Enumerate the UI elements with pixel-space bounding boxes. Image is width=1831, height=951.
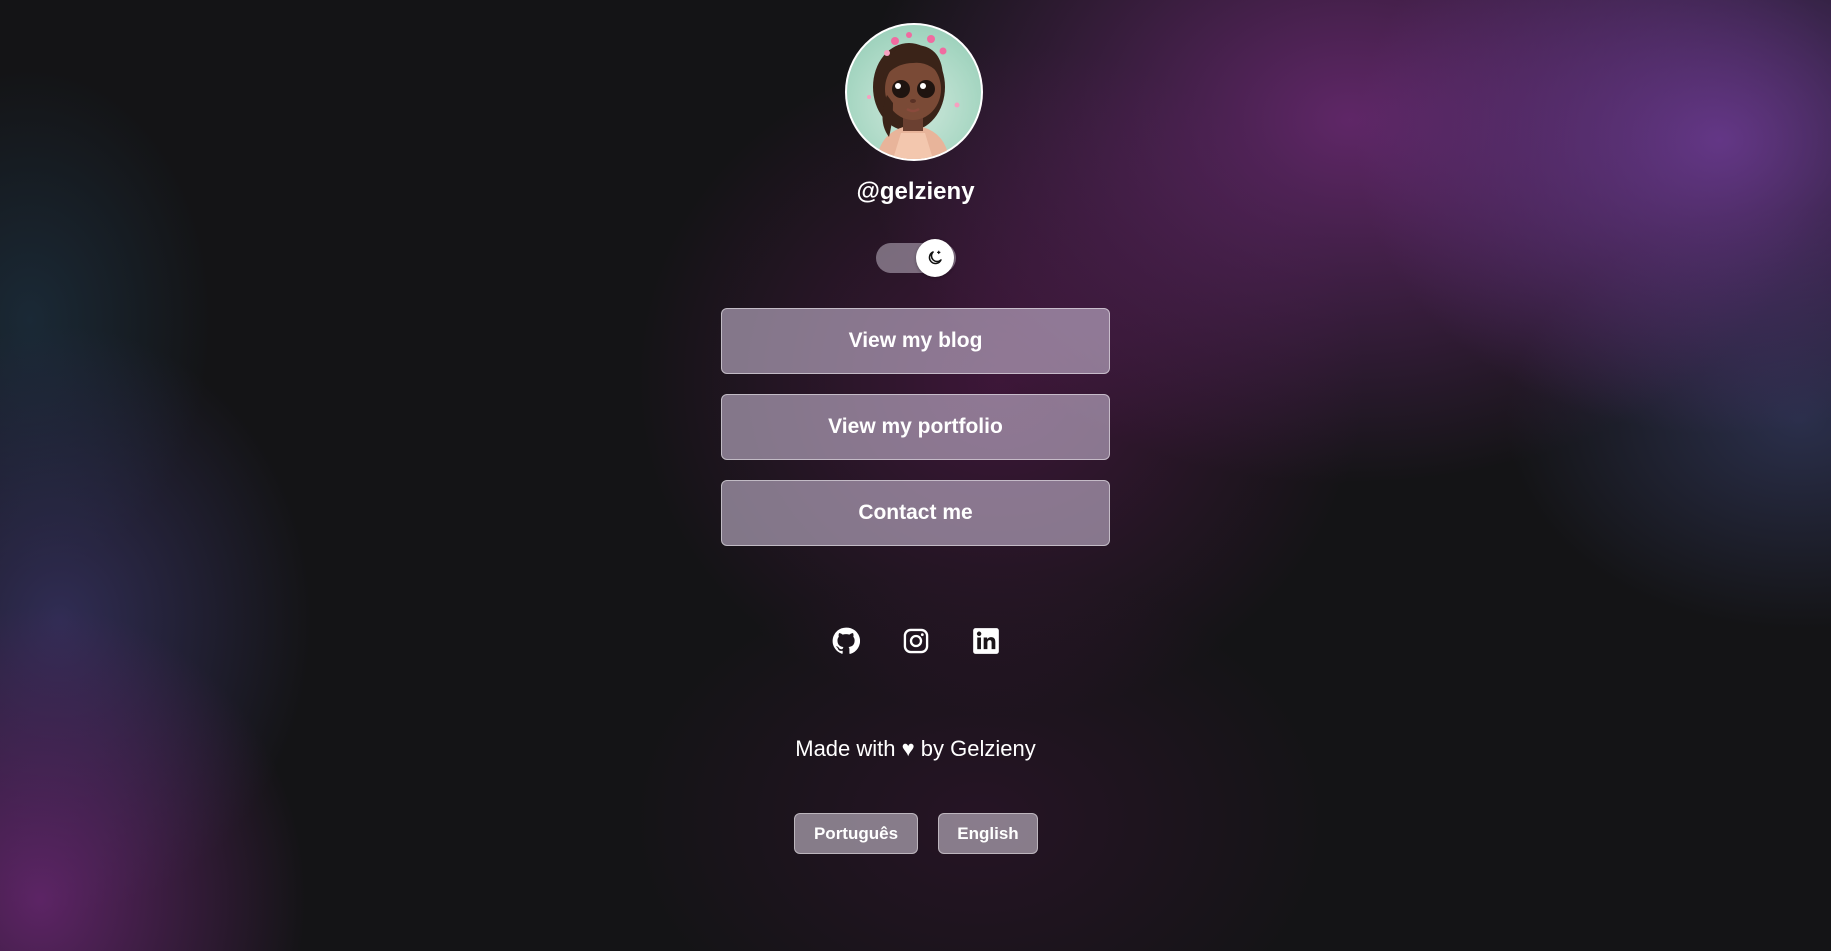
linkedin-link[interactable] [969,624,1003,658]
view-blog-button[interactable]: View my blog [721,308,1110,374]
instagram-icon [903,628,929,654]
footer-credit: Made with ♥ by Gelzieny [795,736,1036,761]
moon-icon [928,250,942,265]
instagram-link[interactable] [899,624,933,658]
avatar [845,23,983,161]
github-icon [832,627,860,654]
language-english-button[interactable]: English [938,813,1038,854]
view-portfolio-button[interactable]: View my portfolio [721,394,1110,460]
profile-page: @gelzieny View my blog View my portfolio… [0,0,1831,951]
linkedin-icon [973,628,999,654]
theme-toggle[interactable] [876,239,956,277]
contact-me-button[interactable]: Contact me [721,480,1110,546]
theme-toggle-knob[interactable] [916,239,954,277]
github-link[interactable] [829,624,863,658]
username: @gelzieny [856,178,975,205]
avatar-illustration [867,32,960,159]
language-portuguese-button[interactable]: Português [794,813,918,854]
